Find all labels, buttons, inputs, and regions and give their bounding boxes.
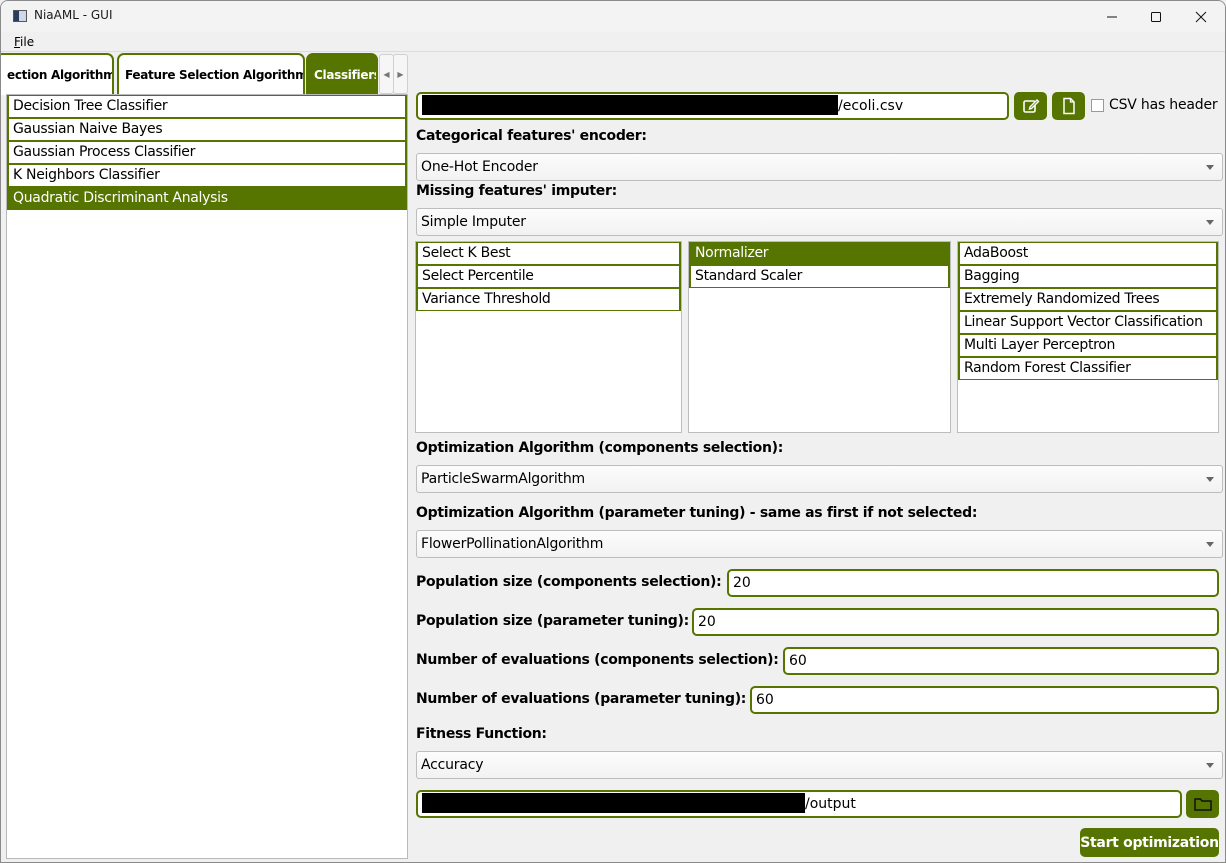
chevron-down-icon — [1206, 542, 1214, 547]
encoder-label: Categorical features' encoder: — [416, 128, 647, 144]
redacted-path — [422, 792, 805, 813]
opt-components-label: Optimization Algorithm (components selec… — [416, 440, 784, 456]
list-item[interactable]: Decision Tree Classifier — [7, 95, 407, 118]
title-bar: NiaAML - GUI — [1, 1, 1225, 32]
tab-label: Classifiers — [314, 68, 378, 82]
select-output-folder-button[interactable] — [1186, 790, 1219, 818]
app-icon — [13, 10, 27, 22]
tab-scroll-left-button[interactable]: ◀ — [379, 54, 394, 94]
classifier-selection-list[interactable]: AdaBoost Bagging Extremely Randomized Tr… — [957, 241, 1219, 433]
evals-components-input[interactable]: 60 — [783, 647, 1219, 675]
redacted-path — [422, 94, 838, 115]
list-item[interactable]: Variance Threshold — [416, 288, 681, 311]
open-csv-button[interactable] — [1052, 92, 1085, 120]
evals-tuning-value: 60 — [756, 692, 774, 708]
file-icon — [1062, 97, 1075, 115]
edit-csv-button[interactable] — [1014, 92, 1047, 120]
chevron-down-icon — [1206, 165, 1214, 170]
tab-feature-selection-algorithms[interactable]: Feature Selection Algorithms — [117, 53, 305, 95]
pop-tuning-input[interactable]: 20 — [692, 608, 1219, 636]
tab-classifiers[interactable]: Classifiers — [306, 53, 378, 95]
list-item[interactable]: AdaBoost — [958, 242, 1218, 265]
chevron-down-icon — [1206, 220, 1214, 225]
list-item[interactable]: Standard Scaler — [689, 265, 950, 288]
tab-label: ection Algorithms — [7, 68, 114, 82]
encoder-value: One-Hot Encoder — [421, 159, 538, 175]
menu-file-label: ile — [20, 35, 35, 49]
start-optimization-label: Start optimization — [1080, 834, 1219, 851]
chevron-down-icon — [1206, 763, 1214, 768]
classifiers-list[interactable]: Decision Tree Classifier Gaussian Naive … — [6, 94, 408, 859]
minimize-icon — [1107, 16, 1117, 17]
tab-scroll-right-button[interactable]: ▶ — [393, 54, 408, 94]
close-button[interactable] — [1178, 1, 1224, 32]
csv-has-header-label: CSV has header — [1109, 97, 1218, 113]
list-item[interactable]: Gaussian Naive Bayes — [7, 118, 407, 141]
csv-has-header-checkbox[interactable] — [1091, 99, 1104, 112]
fitness-value: Accuracy — [421, 757, 484, 773]
csv-path-suffix: /ecoli.csv — [838, 98, 904, 114]
list-item[interactable]: Linear Support Vector Classification — [958, 311, 1218, 334]
pop-components-label: Population size (components selection): — [416, 574, 722, 590]
pop-tuning-label: Population size (parameter tuning): — [416, 613, 689, 629]
list-item[interactable]: Bagging — [958, 265, 1218, 288]
encoder-select[interactable]: One-Hot Encoder — [416, 153, 1223, 181]
list-item[interactable]: Select Percentile — [416, 265, 681, 288]
tab-feature-transform-algorithms[interactable]: ection Algorithms — [1, 53, 114, 95]
feature-transform-list[interactable]: Normalizer Standard Scaler — [688, 241, 951, 433]
tab-label: Feature Selection Algorithms — [125, 68, 305, 82]
opt-tuning-label: Optimization Algorithm (parameter tuning… — [416, 505, 978, 521]
arrow-left-icon: ◀ — [383, 69, 390, 79]
window-title: NiaAML - GUI — [34, 8, 113, 22]
maximize-icon — [1151, 11, 1161, 22]
opt-components-value: ParticleSwarmAlgorithm — [421, 471, 585, 487]
minimize-button[interactable] — [1089, 1, 1135, 32]
close-icon — [1195, 11, 1207, 22]
imputer-label: Missing features' imputer: — [416, 183, 617, 199]
menu-file[interactable]: File — [14, 35, 34, 49]
chevron-down-icon — [1206, 477, 1214, 482]
start-optimization-button[interactable]: Start optimization — [1080, 828, 1219, 857]
evals-components-label: Number of evaluations (components select… — [416, 652, 779, 668]
feature-selection-list[interactable]: Select K Best Select Percentile Variance… — [415, 241, 682, 433]
fitness-select[interactable]: Accuracy — [416, 751, 1223, 779]
pop-components-input[interactable]: 20 — [727, 569, 1219, 597]
output-path-input[interactable]: /output — [416, 790, 1182, 818]
list-item[interactable]: K Neighbors Classifier — [7, 164, 407, 187]
list-item[interactable]: Random Forest Classifier — [958, 357, 1218, 380]
maximize-button[interactable] — [1133, 1, 1179, 32]
output-path-suffix: /output — [805, 796, 856, 812]
evals-tuning-input[interactable]: 60 — [750, 686, 1219, 714]
pop-tuning-value: 20 — [698, 614, 716, 630]
list-item[interactable]: Multi Layer Perceptron — [958, 334, 1218, 357]
list-item-selected[interactable]: Quadratic Discriminant Analysis — [7, 187, 407, 210]
csv-path-input[interactable]: /ecoli.csv — [416, 92, 1009, 120]
edit-icon — [1022, 99, 1039, 113]
list-item[interactable]: Select K Best — [416, 242, 681, 265]
fitness-label: Fitness Function: — [416, 726, 547, 742]
folder-icon — [1193, 798, 1212, 811]
opt-tuning-value: FlowerPollinationAlgorithm — [421, 536, 604, 552]
evals-components-value: 60 — [789, 653, 807, 669]
list-item-selected[interactable]: Normalizer — [689, 242, 950, 265]
evals-tuning-label: Number of evaluations (parameter tuning)… — [416, 691, 747, 707]
app-window: NiaAML - GUI File ection Algorithms Feat… — [0, 0, 1226, 863]
pop-components-value: 20 — [733, 575, 751, 591]
list-item[interactable]: Extremely Randomized Trees — [958, 288, 1218, 311]
tab-bar: ection Algorithms Feature Selection Algo… — [1, 53, 411, 95]
menu-bar: File — [1, 32, 1225, 52]
imputer-select[interactable]: Simple Imputer — [416, 208, 1223, 236]
arrow-right-icon: ▶ — [397, 69, 404, 79]
imputer-value: Simple Imputer — [421, 214, 526, 230]
opt-tuning-select[interactable]: FlowerPollinationAlgorithm — [416, 530, 1223, 558]
opt-components-select[interactable]: ParticleSwarmAlgorithm — [416, 465, 1223, 493]
list-item[interactable]: Gaussian Process Classifier — [7, 141, 407, 164]
